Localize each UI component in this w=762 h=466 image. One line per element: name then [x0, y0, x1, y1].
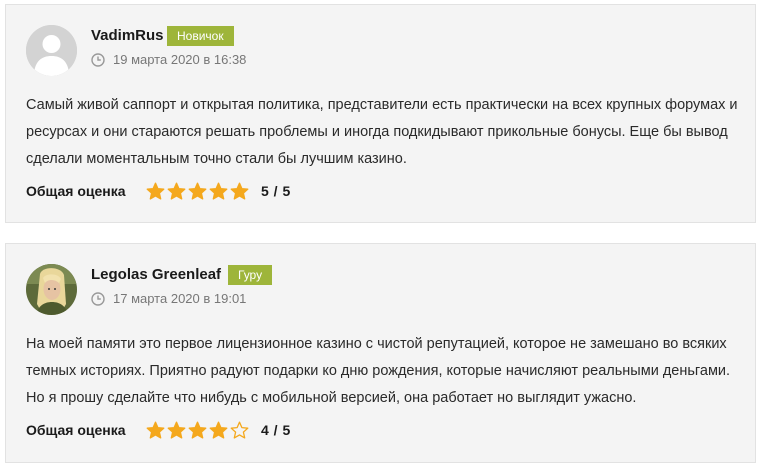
rating-score: 5 / 5 [261, 183, 291, 199]
review-date: 17 марта 2020 в 19:01 [91, 291, 246, 306]
review-card: Legolas Greenleaf Гуру 17 марта 2020 в 1… [5, 243, 756, 463]
user-rank-badge: Гуру [228, 265, 273, 285]
review-date: 19 марта 2020 в 16:38 [91, 52, 246, 67]
review-author[interactable]: VadimRus [91, 27, 164, 44]
user-rank-badge: Новичок [167, 26, 234, 46]
rating-score: 4 / 5 [261, 422, 291, 438]
user-photo [26, 264, 77, 315]
star-filled-icon [146, 182, 165, 201]
star-filled-icon [209, 182, 228, 201]
clock-icon [91, 52, 105, 67]
overall-rating: Общая оценка 4 / 5 [26, 420, 291, 440]
star-filled-icon [167, 421, 186, 440]
rating-stars [146, 421, 249, 440]
rating-label: Общая оценка [26, 422, 126, 438]
star-filled-icon [167, 182, 186, 201]
default-user-icon [26, 25, 77, 76]
clock-icon [91, 291, 105, 306]
star-filled-icon [209, 421, 228, 440]
avatar [26, 25, 77, 76]
rating-label: Общая оценка [26, 183, 126, 199]
star-empty-icon [230, 421, 249, 440]
review-text: Самый живой саппорт и открытая политика,… [26, 97, 738, 167]
star-filled-icon [188, 182, 207, 201]
review-date-text: 17 марта 2020 в 19:01 [113, 291, 247, 306]
star-filled-icon [146, 421, 165, 440]
review-author[interactable]: Legolas Greenleaf [91, 266, 221, 283]
rating-stars [146, 182, 249, 201]
star-filled-icon [230, 182, 249, 201]
review-card: VadimRus Новичок 19 марта 2020 в 16:38 С… [5, 4, 756, 223]
review-text: На моей памяти это первое лицензионное к… [26, 336, 731, 406]
review-date-text: 19 марта 2020 в 16:38 [113, 52, 247, 67]
overall-rating: Общая оценка 5 / 5 [26, 181, 291, 201]
star-filled-icon [188, 421, 207, 440]
avatar [26, 264, 77, 315]
